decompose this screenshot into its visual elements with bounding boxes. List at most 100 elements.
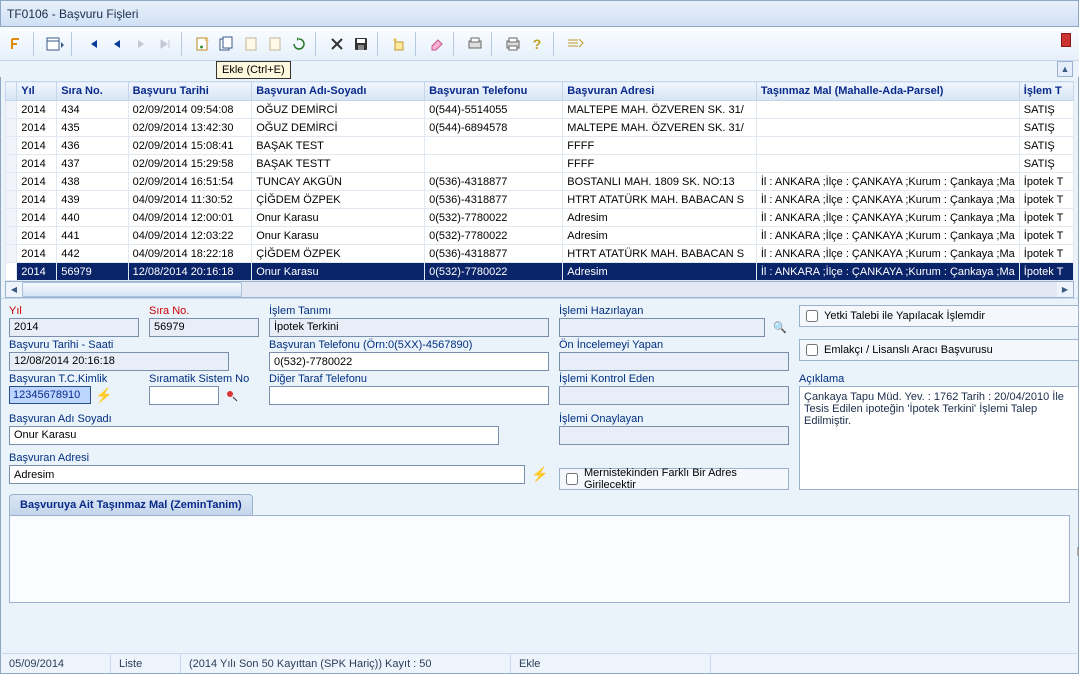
label-tckimlik: Başvuran T.C.Kimlik — [9, 373, 139, 385]
label-oninceleme: Ön İncelemeyi Yapan — [559, 339, 789, 351]
field-oninceleme — [559, 352, 789, 371]
checkbox-yetki[interactable]: Yetki Talebi ile Yapılacak İşlemdir — [799, 305, 1079, 327]
status-recinfo: (2014 Yılı Son 50 Kayıttan (SPK Hariç)) … — [181, 654, 511, 673]
titlebar: TF0106 - Başvuru Fişleri — [0, 0, 1079, 27]
label-digertaraf: Diğer Taraf Telefonu — [269, 373, 549, 385]
field-islemhazirlayan — [559, 318, 765, 337]
nav-last-icon[interactable] — [154, 33, 176, 55]
calendar-dropdown-icon[interactable] — [44, 33, 66, 55]
panel-print-icon[interactable] — [1076, 543, 1079, 559]
records-grid[interactable]: Yıl Sıra No. Başvuru Tarihi Başvuran Adı… — [5, 81, 1074, 281]
toolbar-tooltip: Ekle (Ctrl+E) — [216, 61, 291, 79]
status-mode: Liste — [111, 654, 181, 673]
field-basvurutarihi: 12/08/2014 20:16:18 — [9, 352, 229, 371]
status-op: Ekle — [511, 654, 711, 673]
wizard-icon[interactable] — [388, 33, 410, 55]
label-adsoyad: Başvuran Adı Soyadı — [9, 413, 549, 425]
save-icon[interactable] — [350, 33, 372, 55]
col-basvurutarihi[interactable]: Başvuru Tarihi — [128, 82, 252, 101]
label-siramatik: Sıramatik Sistem No — [149, 373, 259, 385]
hazirlayan-lookup-icon[interactable]: 🔍 — [771, 319, 789, 337]
table-row[interactable]: 201443402/09/2014 09:54:08OĞUZ DEMİRCİ0(… — [6, 101, 1074, 119]
doc2-icon[interactable] — [264, 33, 286, 55]
col-adsoyad[interactable]: Başvuran Adı-Soyadı — [252, 82, 425, 101]
table-row[interactable]: 201443502/09/2014 13:42:30OĞUZ DEMİRCİ0(… — [6, 119, 1074, 137]
tab-panel: ⚡ — [9, 515, 1070, 603]
refresh-icon[interactable] — [288, 33, 310, 55]
checkbox-mernis-input[interactable] — [566, 473, 578, 485]
tckimlik-lightning-icon[interactable]: ⚡ — [95, 386, 113, 404]
statusbar: 05/09/2014 Liste (2014 Yılı Son 50 Kayıt… — [0, 653, 1079, 674]
checkbox-emlakci[interactable]: Emlakçı / Lisanslı Aracı Başvurusu — [799, 339, 1079, 361]
field-yil: 2014 — [9, 318, 139, 337]
field-siramatik[interactable] — [149, 386, 219, 405]
window-title: TF0106 - Başvuru Fişleri — [7, 7, 138, 21]
print-preview-icon[interactable] — [464, 33, 486, 55]
label-yil: Yıl — [9, 305, 139, 317]
toolbar: ? Ekle (Ctrl+E) — [0, 27, 1079, 61]
col-tasinmazmal[interactable]: Taşınmaz Mal (Mahalle-Ada-Parsel) — [756, 82, 1019, 101]
panel-lightning-icon[interactable]: ⚡ — [1076, 520, 1079, 537]
scroll-right-icon[interactable]: ▶ — [1057, 282, 1073, 297]
field-tckimlik[interactable]: 12345678910 — [9, 386, 91, 404]
status-date: 05/09/2014 — [1, 654, 111, 673]
siramatik-action-icon[interactable] — [223, 387, 241, 405]
table-row[interactable]: 201444204/09/2014 18:22:18ÇİĞDEM ÖZPEK0(… — [6, 245, 1074, 263]
table-row[interactable]: 201443702/09/2014 15:29:58BAŞAK TESTTFFF… — [6, 155, 1074, 173]
adres-lightning-icon[interactable]: ⚡ — [531, 466, 549, 484]
field-islemonaylayan — [559, 426, 789, 445]
label-islemonaylayan: İşlemi Onaylayan — [559, 413, 789, 425]
label-basvurutarihi: Başvuru Tarihi - Saati — [9, 339, 259, 351]
add-record-icon[interactable] — [192, 33, 214, 55]
label-islemhazirlayan: İşlemi Hazırlayan — [559, 305, 789, 317]
doc1-icon[interactable] — [240, 33, 262, 55]
table-row[interactable]: 201444104/09/2014 12:03:22Onur Karasu0(5… — [6, 227, 1074, 245]
scroll-left-icon[interactable]: ◀ — [6, 282, 22, 297]
col-telefon[interactable]: Başvuran Telefonu — [425, 82, 563, 101]
col-yil[interactable]: Yıl — [17, 82, 57, 101]
nav-first-icon[interactable] — [82, 33, 104, 55]
checkbox-mernis[interactable]: Mernistekinden Farklı Bir Adres Girilece… — [559, 468, 789, 490]
checkbox-yetki-label: Yetki Talebi ile Yapılacak İşlemdir — [824, 310, 985, 322]
field-digertaraf[interactable] — [269, 386, 549, 405]
field-sirano: 56979 — [149, 318, 259, 337]
label-adresi: Başvuran Adresi — [9, 452, 549, 464]
checkbox-yetki-input[interactable] — [806, 310, 818, 322]
label-aciklama: Açıklama — [799, 373, 1079, 385]
eraser-icon[interactable] — [426, 33, 448, 55]
delete-icon[interactable] — [326, 33, 348, 55]
label-islemtanimi: İşlem Tanımı — [269, 305, 549, 317]
label-islemkontrol: İşlemi Kontrol Eden — [559, 373, 789, 385]
table-row[interactable]: 201443602/09/2014 15:08:41BAŞAK TESTFFFF… — [6, 137, 1074, 155]
checkbox-emlakci-label: Emlakçı / Lisanslı Aracı Başvurusu — [824, 344, 993, 356]
field-adresi[interactable] — [9, 465, 525, 484]
field-aciklama[interactable]: Çankaya Tapu Müd. Yev. : 1762 Tarih : 20… — [799, 386, 1079, 490]
row-indicator-header — [6, 82, 17, 101]
table-row[interactable]: 201443802/09/2014 16:51:54TUNCAY AKGÜN0(… — [6, 173, 1074, 191]
scroll-up-icon[interactable]: ▲ — [1057, 61, 1073, 77]
col-islem[interactable]: İşlem T — [1019, 82, 1073, 101]
col-sirano[interactable]: Sıra No. — [57, 82, 128, 101]
scrollbar-thumb[interactable] — [22, 282, 242, 297]
label-sirano: Sıra No. — [149, 305, 259, 317]
table-row[interactable]: 201444004/09/2014 12:00:01Onur Karasu0(5… — [6, 209, 1074, 227]
checkbox-emlakci-input[interactable] — [806, 344, 818, 356]
col-adres[interactable]: Başvuran Adresi — [563, 82, 757, 101]
help-icon[interactable]: ? — [526, 33, 548, 55]
app-logo-icon[interactable] — [6, 33, 28, 55]
field-adsoyad[interactable] — [9, 426, 499, 445]
nav-prev-icon[interactable] — [106, 33, 128, 55]
checkbox-mernis-label: Mernistekinden Farklı Bir Adres Girilece… — [584, 467, 782, 491]
field-islemkontrol — [559, 386, 789, 405]
grid-horizontal-scrollbar[interactable]: ◀ ▶ — [5, 281, 1074, 298]
nav-next-icon[interactable] — [130, 33, 152, 55]
field-basvurantelefonu[interactable] — [269, 352, 549, 371]
tab-tasinmazmal[interactable]: Başvuruya Ait Taşınmaz Mal (ZeminTanim) — [9, 494, 253, 515]
copy-record-icon[interactable] — [216, 33, 238, 55]
table-row[interactable]: 201443904/09/2014 11:30:52ÇİĞDEM ÖZPEK0(… — [6, 191, 1074, 209]
lines-edit-icon[interactable] — [564, 33, 586, 55]
record-indicator-icon — [1061, 33, 1071, 47]
field-islemtanimi: İpotek Terkini — [269, 318, 549, 337]
print-icon[interactable] — [502, 33, 524, 55]
table-row[interactable]: 20145697912/08/2014 20:16:18Onur Karasu0… — [6, 263, 1074, 281]
